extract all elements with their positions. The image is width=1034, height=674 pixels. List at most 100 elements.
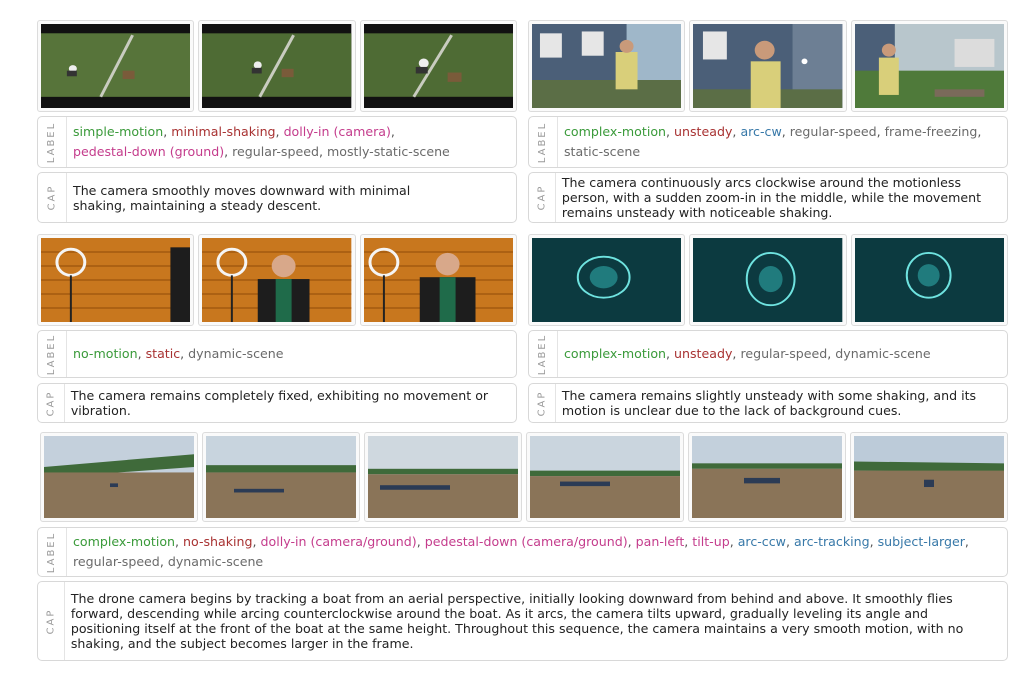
movement-label: dolly-in (camera) <box>283 124 391 139</box>
video-frame <box>689 234 847 326</box>
cap-tag: CAP <box>38 384 65 422</box>
river-boat-image <box>530 436 680 518</box>
video-frame <box>528 234 686 326</box>
label-tag: LABEL <box>38 331 67 377</box>
movement-label: tilt-up <box>692 534 730 549</box>
video-frame <box>526 432 684 522</box>
frame-strip <box>37 234 517 326</box>
motion-label: simple-motion <box>73 124 164 139</box>
video-frame <box>198 20 356 112</box>
motion-label: complex-motion <box>564 346 667 361</box>
ring-light-image <box>363 238 513 322</box>
jellyfish-image <box>693 238 843 322</box>
cap-tag: CAP <box>38 173 67 222</box>
video-frame <box>359 234 517 326</box>
cap-tag: CAP <box>529 173 556 222</box>
house-man-image <box>854 24 1004 108</box>
caption-text: The drone camera begins by tracking a bo… <box>70 591 964 651</box>
video-frame <box>850 20 1008 112</box>
caption-box: CAP The camera remains slightly unsteady… <box>528 383 1008 423</box>
label-box: LABEL complex-motion, unsteady, arc-cw, … <box>528 116 1008 168</box>
river-boat-image <box>368 436 518 518</box>
cap-tag: CAP <box>38 582 65 660</box>
video-frame <box>850 432 1008 522</box>
river-boat-image <box>692 436 842 518</box>
video-frame <box>359 20 517 112</box>
motion-label: no-motion <box>73 346 138 361</box>
scene-label: dynamic-scene <box>167 554 264 569</box>
label-list: simple-motion, minimal-shaking, dolly-in… <box>73 124 450 159</box>
shake-label: no-shaking <box>183 534 253 549</box>
video-frame <box>850 234 1008 326</box>
house-man-image <box>532 24 682 108</box>
label-box: LABEL complex-motion, no-shaking, dolly-… <box>37 527 1008 577</box>
speed-label: regular-speed <box>73 554 160 569</box>
river-boat-image <box>854 436 1004 518</box>
shake-label: unsteady <box>674 124 733 139</box>
frame-strip <box>37 20 517 112</box>
video-frame <box>40 432 198 522</box>
label-tag: LABEL <box>529 117 558 167</box>
effect-label: frame-freezing <box>884 124 978 139</box>
river-boat-image <box>44 436 194 518</box>
caption-text: The camera continuously arcs clockwise a… <box>561 175 982 220</box>
movement-label: pan-left <box>635 534 685 549</box>
ring-light-image <box>41 238 191 322</box>
ring-light-image <box>202 238 352 322</box>
jellyfish-image <box>854 238 1004 322</box>
jellyfish-image <box>532 238 682 322</box>
video-frame <box>688 432 846 522</box>
motion-label: complex-motion <box>564 124 667 139</box>
speed-label: regular-speed <box>740 346 828 361</box>
movement-label: pedestal-down (camera/ground) <box>424 534 628 549</box>
frame-strip <box>40 432 1008 522</box>
caption-box: CAP The camera continuously arcs clockwi… <box>528 172 1008 223</box>
scene-label: dynamic-scene <box>188 346 284 361</box>
label-tag: LABEL <box>529 331 558 377</box>
movement-label: pedestal-down (ground) <box>73 144 225 159</box>
video-frame <box>198 234 356 326</box>
video-frame <box>689 20 847 112</box>
motion-label: complex-motion <box>73 534 176 549</box>
house-man-image <box>693 24 843 108</box>
video-frame <box>364 432 522 522</box>
movement-label: arc-tracking <box>793 534 870 549</box>
grass-field-image <box>363 24 513 108</box>
shake-label: minimal-shaking <box>171 124 276 139</box>
movement-label: arc-ccw <box>737 534 786 549</box>
video-frame <box>528 20 686 112</box>
caption-text: The camera smoothly moves downward with … <box>73 182 411 213</box>
caption-text: The camera remains completely fixed, exh… <box>70 388 489 418</box>
label-list: complex-motion, unsteady, regular-speed,… <box>564 346 931 361</box>
cap-tag: CAP <box>529 384 556 422</box>
grass-field-image <box>41 24 191 108</box>
speed-label: regular-speed <box>789 124 877 139</box>
subject-label: subject-larger <box>877 534 965 549</box>
frame-strip <box>528 234 1008 326</box>
shake-label: static <box>145 346 181 361</box>
label-list: no-motion, static, dynamic-scene <box>73 346 284 361</box>
video-frame <box>202 432 360 522</box>
scene-label: dynamic-scene <box>835 346 931 361</box>
label-tag: LABEL <box>38 117 67 167</box>
caption-box: CAP The drone camera begins by tracking … <box>37 581 1008 661</box>
label-list: complex-motion, no-shaking, dolly-in (ca… <box>73 534 969 569</box>
frame-strip <box>528 20 1008 112</box>
label-box: LABEL complex-motion, unsteady, regular-… <box>528 330 1008 378</box>
speed-label: regular-speed <box>232 144 319 159</box>
caption-box: CAP The camera smoothly moves downward w… <box>37 172 517 223</box>
shake-label: unsteady <box>674 346 733 361</box>
label-box: LABEL simple-motion, minimal-shaking, do… <box>37 116 517 168</box>
label-tag: LABEL <box>38 528 67 576</box>
caption-box: CAP The camera remains completely fixed,… <box>37 383 517 423</box>
scene-label: static-scene <box>564 144 641 159</box>
movement-label: arc-cw <box>740 124 782 139</box>
video-frame <box>37 20 195 112</box>
caption-text: The camera remains slightly unsteady wit… <box>561 388 977 418</box>
label-box: LABEL no-motion, static, dynamic-scene <box>37 330 517 378</box>
river-boat-image <box>206 436 356 518</box>
video-frame <box>37 234 195 326</box>
grass-field-image <box>202 24 352 108</box>
scene-label: mostly-static-scene <box>326 144 450 159</box>
label-list: complex-motion, unsteady, arc-cw, regula… <box>564 124 982 159</box>
